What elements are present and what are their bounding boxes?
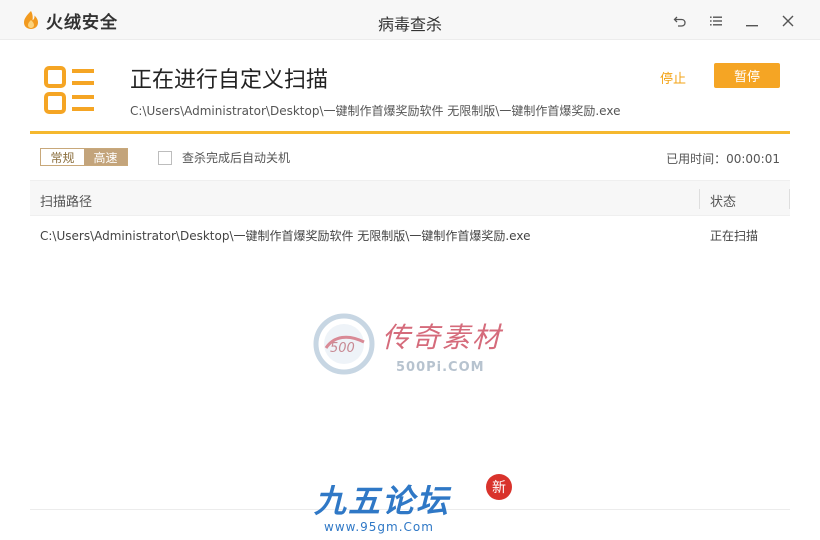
watermark-brand: 传奇素材 [382, 321, 503, 354]
column-divider[interactable] [789, 189, 790, 209]
undo-icon [673, 16, 686, 27]
speed-normal-option[interactable]: 常规 [41, 149, 84, 165]
row-path: C:\Users\Administrator\Desktop\一键制作首爆奖励软… [40, 229, 531, 243]
column-divider[interactable] [699, 189, 700, 209]
row-status: 正在扫描 [710, 229, 759, 243]
watermark-url: www.95gm.Com [324, 520, 434, 534]
menu-icon [710, 16, 722, 26]
close-icon [782, 15, 794, 27]
table-row[interactable]: C:\Users\Administrator\Desktop\一键制作首爆奖励软… [30, 222, 790, 248]
scan-title: 正在进行自定义扫描 [130, 68, 329, 93]
scan-list-icon [44, 66, 94, 114]
back-button[interactable] [662, 10, 698, 32]
column-header-path[interactable]: 扫描路径 [40, 191, 92, 210]
elapsed-time: 已用时间：00:00:01 [666, 152, 780, 166]
minimize-icon [746, 25, 758, 27]
close-button[interactable] [770, 10, 806, 32]
current-scan-path: C:\Users\Administrator\Desktop\一键制作首爆奖励软… [130, 104, 621, 118]
speed-fast-option[interactable]: 高速 [84, 149, 127, 165]
stop-button[interactable]: 停止 [660, 68, 686, 87]
auto-shutdown-checkbox[interactable] [158, 150, 172, 165]
auto-shutdown-option[interactable]: 查杀完成后自动关机 [158, 149, 290, 166]
watermark-brand: 九五论坛 [314, 482, 451, 520]
watermark-chuanqi: 500 传奇素材 500Pi.COM [312, 308, 512, 386]
minimize-button[interactable] [734, 10, 770, 32]
svg-text:500: 500 [330, 341, 355, 356]
watermark-url: 500Pi.COM [396, 360, 485, 375]
pause-button[interactable]: 暂停 [714, 63, 780, 88]
title-bar: 火绒安全 病毒查杀 [0, 0, 820, 40]
scan-progress-bar [30, 131, 790, 134]
watermark-95gm: 九五论坛 新 www.95gm.Com [308, 472, 516, 540]
watermark-badge: 新 [486, 474, 512, 500]
speed-toggle: 常规 高速 [40, 148, 128, 166]
menu-button[interactable] [698, 10, 734, 32]
auto-shutdown-label: 查杀完成后自动关机 [182, 151, 291, 165]
column-header-status[interactable]: 状态 [710, 191, 736, 210]
table-header: 扫描路径 状态 [30, 180, 790, 216]
scan-progress-fill [30, 131, 790, 134]
watermark-emblem-icon: 500 [313, 313, 375, 375]
